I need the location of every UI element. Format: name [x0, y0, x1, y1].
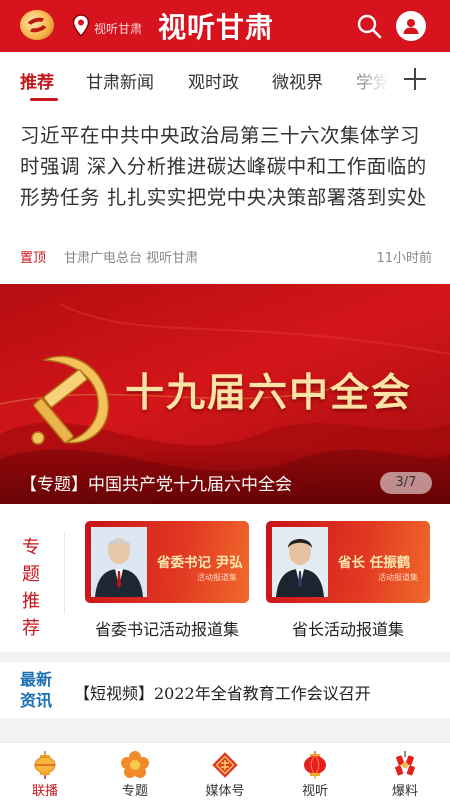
nav-label: 视听 [301, 784, 328, 799]
tab-politics[interactable]: 观时政 [188, 68, 239, 93]
divider [64, 532, 65, 614]
banner-title: 十九届六中全会 [125, 371, 413, 416]
active-tab-indicator [30, 98, 58, 101]
tab-micro-vision[interactable]: 微视界 [272, 68, 323, 93]
app-title: 视听甘肃 [158, 11, 275, 44]
topic-card-governor[interactable]: 省长 任振鹤 活动报道集 [266, 521, 430, 603]
headline-title[interactable]: 习近平在中共中央政治局第三十六次集体学习时强调 深入分析推进碳达峰碳中和工作面临… [20, 120, 435, 213]
add-channel-icon[interactable] [402, 66, 428, 92]
headline-time: 11小时前 [376, 251, 432, 266]
nav-item-report[interactable]: 爆料 [375, 743, 435, 800]
nav-label: 爆料 [391, 784, 418, 799]
card-title: 省长 任振鹤 [338, 555, 411, 571]
section-gap [0, 652, 450, 662]
bottom-navigation: 联播 专题 媒体号 视听 爆料 [0, 742, 450, 800]
card-subtitle: 活动报道集 [197, 573, 237, 582]
banner-carousel[interactable]: 十九届六中全会 【专题】中国共产党十九届六中全会 3/7 [0, 284, 450, 504]
topic-caption-party-secretary[interactable]: 省委书记活动报道集 [85, 616, 249, 640]
app-header: 视听甘肃 视听甘肃 [0, 0, 450, 52]
app-subtitle: 视听甘肃 [94, 22, 143, 36]
tab-fade [340, 64, 400, 94]
banner-caption[interactable]: 【专题】中国共产党十九届六中全会 [20, 470, 292, 495]
portrait-image [91, 527, 147, 597]
firecracker-icon [395, 751, 415, 776]
banner-pager: 3/7 [380, 472, 432, 494]
tab-recommend[interactable]: 推荐 [20, 68, 54, 93]
search-icon[interactable] [356, 13, 382, 39]
location-pin-icon[interactable] [72, 14, 90, 38]
headline-source: 甘肃广电总台 视听甘肃 [64, 251, 199, 266]
special-topics-section: 专题推荐 省委书记 尹弘 活动报道集 省委书记活动报道集 省长 任振鹤 活动报道… [0, 504, 450, 652]
tab-gansu-news[interactable]: 甘肃新闻 [86, 68, 154, 93]
headline-meta: 置顶 甘肃广电总台 视听甘肃 11小时前 [20, 247, 432, 267]
flower-icon [121, 751, 149, 778]
user-icon [403, 19, 419, 34]
latest-news-text[interactable]: 【短视频】2022年全省教育工作会议召开 [74, 680, 371, 704]
nav-label: 专题 [121, 784, 148, 799]
section-gap [0, 718, 450, 742]
nav-label: 媒体号 [205, 784, 245, 799]
nav-item-media[interactable]: 媒体号 [195, 743, 255, 800]
channel-tabs: 推荐 甘肃新闻 观时政 微视界 学党 [0, 52, 450, 104]
red-lantern-icon [304, 751, 326, 779]
portrait-image [272, 527, 328, 597]
nav-label: 联播 [31, 784, 58, 799]
app-logo[interactable] [20, 10, 54, 40]
seal-icon [212, 752, 238, 778]
lantern-icon [34, 751, 56, 779]
card-subtitle: 活动报道集 [378, 573, 418, 582]
topic-card-party-secretary[interactable]: 省委书记 尹弘 活动报道集 [85, 521, 249, 603]
card-title: 省委书记 尹弘 [157, 555, 243, 571]
special-topics-label: 专题推荐 [22, 537, 40, 639]
topic-caption-governor[interactable]: 省长活动报道集 [266, 616, 430, 640]
nav-item-broadcast[interactable]: 联播 [15, 743, 75, 800]
hammer-sickle-emblem-icon [31, 355, 109, 445]
nav-item-topics[interactable]: 专题 [105, 743, 165, 800]
latest-news-ticker[interactable]: 最新资讯 【短视频】2022年全省教育工作会议召开 [0, 662, 450, 718]
user-avatar-button[interactable] [396, 11, 426, 41]
nav-item-audio-visual[interactable]: 视听 [285, 743, 345, 800]
latest-news-label: 最新资讯 [20, 670, 53, 710]
pinned-badge: 置顶 [20, 251, 47, 266]
